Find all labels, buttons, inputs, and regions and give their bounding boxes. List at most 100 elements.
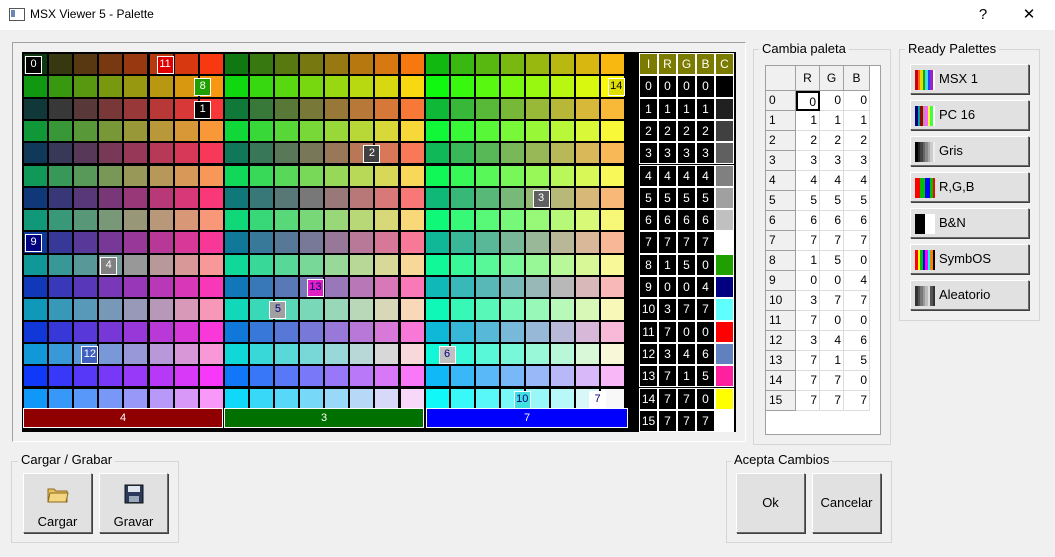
palette-swatch[interactable] bbox=[525, 253, 551, 276]
palette-swatch[interactable] bbox=[274, 387, 300, 410]
palette-swatch[interactable] bbox=[324, 209, 350, 232]
sheet-cell[interactable]: 4 bbox=[844, 171, 870, 191]
palette-swatch[interactable] bbox=[48, 320, 74, 343]
palette-swatch[interactable] bbox=[98, 231, 124, 254]
palette-swatch[interactable] bbox=[123, 387, 149, 410]
palette-swatch[interactable] bbox=[399, 75, 425, 98]
palette-swatch[interactable] bbox=[474, 119, 500, 143]
palette-swatch[interactable] bbox=[349, 209, 375, 232]
palette-swatch[interactable] bbox=[274, 342, 300, 366]
palette-swatch[interactable] bbox=[349, 186, 375, 210]
palette-swatch[interactable] bbox=[600, 253, 626, 276]
palette-swatch[interactable] bbox=[349, 119, 375, 143]
sheet-cell[interactable]: 4 bbox=[796, 171, 820, 191]
palette-swatch[interactable] bbox=[474, 142, 500, 165]
palette-swatch[interactable] bbox=[248, 276, 274, 299]
palette-swatch[interactable] bbox=[274, 142, 300, 165]
palette-swatch[interactable] bbox=[274, 75, 300, 98]
palette-swatch[interactable] bbox=[550, 186, 576, 210]
palette-swatch[interactable] bbox=[600, 365, 626, 388]
palette-swatch[interactable] bbox=[299, 53, 325, 76]
palette-swatch[interactable] bbox=[274, 253, 300, 276]
palette-swatch[interactable] bbox=[424, 387, 450, 410]
palette-swatch[interactable] bbox=[223, 53, 249, 76]
palette-swatch[interactable] bbox=[374, 164, 400, 187]
sheet-cell[interactable]: 6 bbox=[844, 211, 870, 231]
palette-swatch[interactable] bbox=[299, 119, 325, 143]
palette-swatch[interactable] bbox=[198, 365, 224, 388]
palette-swatch[interactable] bbox=[98, 276, 124, 299]
sheet-cell[interactable]: 0 bbox=[820, 311, 844, 331]
palette-swatch[interactable] bbox=[550, 231, 576, 254]
palette-swatch[interactable] bbox=[349, 365, 375, 388]
palette-index-marker[interactable]: 8 bbox=[194, 78, 212, 97]
palette-swatch[interactable] bbox=[173, 365, 199, 388]
palette-swatch[interactable] bbox=[173, 231, 199, 254]
palette-swatch[interactable] bbox=[223, 97, 249, 120]
palette-swatch[interactable] bbox=[550, 365, 576, 388]
palette-swatch[interactable] bbox=[223, 342, 249, 366]
palette-swatch[interactable] bbox=[449, 320, 475, 343]
sheet-cell[interactable]: 7 bbox=[796, 231, 820, 251]
palette-swatch[interactable] bbox=[474, 387, 500, 410]
palette-swatch[interactable] bbox=[274, 320, 300, 343]
palette-swatch[interactable] bbox=[248, 209, 274, 232]
palette-swatch[interactable] bbox=[399, 298, 425, 321]
palette-swatch[interactable] bbox=[123, 142, 149, 165]
palette-swatch[interactable] bbox=[600, 186, 626, 210]
palette-swatch[interactable] bbox=[48, 387, 74, 410]
sheet-cell[interactable]: 4 bbox=[820, 171, 844, 191]
palette-swatch[interactable] bbox=[48, 142, 74, 165]
palette-color-swatch[interactable] bbox=[715, 342, 734, 366]
palette-swatch[interactable] bbox=[600, 320, 626, 343]
palette-swatch[interactable] bbox=[299, 209, 325, 232]
palette-swatch[interactable] bbox=[123, 365, 149, 388]
palette-swatch[interactable] bbox=[499, 186, 525, 210]
palette-swatch[interactable] bbox=[123, 97, 149, 120]
palette-swatch[interactable] bbox=[73, 164, 99, 187]
palette-swatch[interactable] bbox=[223, 320, 249, 343]
palette-swatch[interactable] bbox=[499, 342, 525, 366]
palette-swatch[interactable] bbox=[173, 276, 199, 299]
palette-swatch[interactable] bbox=[148, 276, 174, 299]
ready-palette-button-pc-16[interactable]: PC 16 bbox=[910, 100, 1029, 130]
palette-swatch[interactable] bbox=[73, 142, 99, 165]
palette-swatch[interactable] bbox=[575, 186, 601, 210]
palette-color-swatch[interactable] bbox=[715, 209, 734, 232]
palette-swatch[interactable] bbox=[73, 253, 99, 276]
palette-swatch[interactable] bbox=[399, 276, 425, 299]
palette-swatch[interactable] bbox=[324, 231, 350, 254]
palette-swatch[interactable] bbox=[223, 253, 249, 276]
palette-swatch[interactable] bbox=[525, 365, 551, 388]
palette-swatch[interactable] bbox=[48, 164, 74, 187]
palette-swatch[interactable] bbox=[600, 53, 626, 76]
palette-swatch[interactable] bbox=[73, 276, 99, 299]
palette-swatch[interactable] bbox=[248, 342, 274, 366]
palette-swatch[interactable] bbox=[550, 387, 576, 410]
palette-swatch[interactable] bbox=[173, 320, 199, 343]
palette-swatch[interactable] bbox=[173, 186, 199, 210]
palette-swatch[interactable] bbox=[248, 53, 274, 76]
palette-swatch[interactable] bbox=[148, 320, 174, 343]
palette-swatch[interactable] bbox=[223, 231, 249, 254]
palette-swatch[interactable] bbox=[399, 53, 425, 76]
palette-swatch[interactable] bbox=[324, 75, 350, 98]
palette-swatch[interactable] bbox=[324, 365, 350, 388]
palette-swatch[interactable] bbox=[374, 97, 400, 120]
palette-swatch[interactable] bbox=[550, 209, 576, 232]
palette-index-marker[interactable]: 0 bbox=[25, 56, 42, 74]
palette-swatch[interactable] bbox=[48, 253, 74, 276]
palette-swatch[interactable] bbox=[324, 342, 350, 366]
palette-index-marker[interactable]: 11 bbox=[156, 56, 174, 74]
sheet-cell[interactable]: 0 bbox=[796, 271, 820, 291]
palette-swatch[interactable] bbox=[198, 186, 224, 210]
palette-swatch[interactable] bbox=[148, 164, 174, 187]
ready-palette-button-aleatorio[interactable]: Aleatorio bbox=[910, 280, 1029, 310]
palette-swatch[interactable] bbox=[474, 365, 500, 388]
palette-swatch[interactable] bbox=[198, 276, 224, 299]
sheet-cell[interactable]: 2 bbox=[820, 131, 844, 151]
palette-swatch[interactable] bbox=[424, 231, 450, 254]
palette-index-marker[interactable]: 6 bbox=[438, 345, 456, 364]
palette-swatch[interactable] bbox=[299, 342, 325, 366]
palette-swatch[interactable] bbox=[550, 298, 576, 321]
